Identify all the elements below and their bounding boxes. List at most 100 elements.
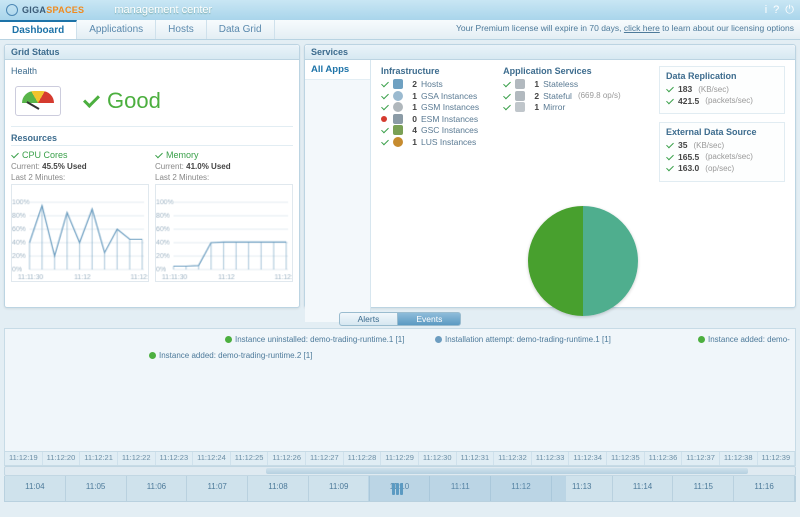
health-status: Good bbox=[83, 88, 161, 114]
tick-label: 11:12:39 bbox=[758, 452, 796, 465]
check-icon bbox=[666, 97, 674, 105]
tick-label: 11:12:38 bbox=[720, 452, 758, 465]
tick-label: 11:12:25 bbox=[231, 452, 269, 465]
app-count: 1 bbox=[529, 79, 539, 89]
brand-logo: GIGASPACES bbox=[6, 4, 84, 16]
tick-label: 11:12:23 bbox=[156, 452, 194, 465]
metric-unit: (packets/sec) bbox=[705, 152, 753, 161]
infra-label: LUS Instances bbox=[421, 137, 476, 147]
pie-chart-wrap bbox=[381, 206, 785, 316]
tick-label[interactable]: 11:07 bbox=[187, 476, 248, 501]
cpu-title: CPU Cores bbox=[22, 150, 68, 160]
event-message[interactable]: Instance added: demo-trading-runtime.2 [… bbox=[149, 351, 312, 360]
health-label: Health bbox=[11, 66, 293, 76]
tick-label[interactable]: 11:05 bbox=[66, 476, 127, 501]
cpu-current-label: Current: bbox=[11, 162, 40, 171]
app-title: management center bbox=[114, 4, 212, 16]
app-count: 1 bbox=[529, 102, 539, 112]
metric-value: 421.5 bbox=[678, 96, 699, 106]
event-message[interactable]: Instance uninstalled: demo-trading-runti… bbox=[225, 335, 404, 344]
metric-row: 35(KB/sec) bbox=[666, 140, 778, 150]
license-text-pre: Your Premium license will expire in 70 d… bbox=[456, 23, 624, 33]
tab-alerts[interactable]: Alerts bbox=[339, 312, 399, 326]
memory-title: Memory bbox=[166, 150, 199, 160]
power-icon[interactable]: ⏻ bbox=[785, 4, 794, 17]
metric-row: 163.0(op/sec) bbox=[666, 163, 778, 173]
metric-row: 421.5 (packets/sec) bbox=[666, 96, 778, 106]
tab-data-grid[interactable]: Data Grid bbox=[207, 20, 275, 39]
app-service-row: 2Stateful(669.8 op/s) bbox=[503, 91, 621, 101]
external-data-box: External Data Source 35(KB/sec)165.5(pac… bbox=[659, 122, 785, 182]
tick-label: 11:12:22 bbox=[118, 452, 156, 465]
timeline-handles[interactable] bbox=[392, 476, 403, 501]
memory-card: Memory Current: 41.0% Used Last 2 Minute… bbox=[155, 150, 293, 284]
gear-icon bbox=[393, 102, 403, 112]
events-timeline-area[interactable]: 11:12:1911:12:2011:12:2111:12:2211:12:23… bbox=[4, 328, 796, 466]
license-link[interactable]: click here bbox=[624, 23, 660, 33]
handle-icon[interactable] bbox=[396, 483, 399, 495]
sq-icon bbox=[515, 91, 525, 101]
tick-label[interactable]: 11:06 bbox=[127, 476, 188, 501]
sidebar-item-all-apps[interactable]: All Apps bbox=[305, 60, 370, 80]
handle-icon[interactable] bbox=[392, 483, 395, 495]
data-replication-box: Data Replication 183(KB/sec)421.5(packet… bbox=[659, 66, 785, 114]
app-label: Stateless bbox=[543, 79, 578, 89]
cpu-card: CPU Cores Current: 45.5% Used Last 2 Min… bbox=[11, 150, 149, 284]
lus-icon bbox=[393, 137, 403, 147]
tab-dashboard[interactable]: Dashboard bbox=[0, 20, 77, 39]
infra-count: 1 bbox=[407, 91, 417, 101]
memory-current-value: 41.0% Used bbox=[186, 162, 230, 171]
tick-label[interactable]: 11:16 bbox=[734, 476, 795, 501]
memory-last-label: Last 2 Minutes: bbox=[155, 173, 293, 182]
infra-row: 1GSA Instances bbox=[381, 91, 479, 101]
tick-label[interactable]: 11:04 bbox=[5, 476, 66, 501]
app-extra: (669.8 op/s) bbox=[578, 91, 621, 100]
metric-unit: (packets/sec) bbox=[705, 96, 753, 105]
tick-label: 11:12:36 bbox=[645, 452, 683, 465]
infra-row: 2Hosts bbox=[381, 79, 479, 89]
main-nav: Dashboard Applications Hosts Data Grid Y… bbox=[0, 20, 800, 40]
infra-label: GSM Instances bbox=[421, 102, 479, 112]
metric-value: 35 bbox=[678, 140, 687, 150]
tick-label[interactable]: 11:09 bbox=[309, 476, 370, 501]
tick-label: 11:12:21 bbox=[80, 452, 118, 465]
event-message[interactable]: Instance added: demo- bbox=[698, 335, 790, 344]
infra-label: GSC Instances bbox=[421, 125, 478, 135]
infra-count: 1 bbox=[407, 102, 417, 112]
tick-label: 11:12:28 bbox=[344, 452, 382, 465]
services-pie-chart bbox=[528, 206, 638, 316]
help-icon[interactable]: ? bbox=[773, 4, 779, 17]
infra-row: 1LUS Instances bbox=[381, 137, 479, 147]
tick-label: 11:12:24 bbox=[193, 452, 231, 465]
infra-label: ESM Instances bbox=[421, 114, 478, 124]
tick-label: 11:12:37 bbox=[682, 452, 720, 465]
metric-unit: (KB/sec) bbox=[698, 85, 729, 94]
replication-title: Data Replication bbox=[666, 71, 778, 81]
check-icon bbox=[381, 92, 389, 100]
handle-icon[interactable] bbox=[400, 483, 403, 495]
check-icon bbox=[503, 103, 511, 111]
tick-label[interactable]: 11:15 bbox=[673, 476, 734, 501]
memory-chart bbox=[155, 184, 293, 282]
brand-a: GIGA bbox=[22, 5, 46, 15]
tick-label[interactable]: 11:08 bbox=[248, 476, 309, 501]
check-icon bbox=[503, 92, 511, 100]
event-message[interactable]: Installation attempt: demo-trading-runti… bbox=[435, 335, 611, 344]
info-icon[interactable]: i bbox=[765, 4, 767, 17]
infra-row: 0ESM Instances bbox=[381, 114, 479, 124]
tick-label: 11:12:35 bbox=[607, 452, 645, 465]
events-scrollbar[interactable] bbox=[4, 466, 796, 476]
infra-label: Hosts bbox=[421, 79, 443, 89]
tab-hosts[interactable]: Hosts bbox=[156, 20, 207, 39]
tab-events[interactable]: Events bbox=[398, 312, 461, 326]
check-icon bbox=[503, 80, 511, 88]
tab-applications[interactable]: Applications bbox=[77, 20, 156, 39]
health-row: Good bbox=[11, 80, 293, 127]
timeline-minutes-axis[interactable]: 11:0411:0511:0611:0711:0811:0911:1011:11… bbox=[4, 476, 796, 502]
puzzle-icon bbox=[393, 125, 403, 135]
timeline-seconds-axis: 11:12:1911:12:2011:12:2111:12:2211:12:23… bbox=[5, 451, 795, 465]
tick-label[interactable]: 11:14 bbox=[613, 476, 674, 501]
check-icon bbox=[666, 164, 674, 172]
db-icon bbox=[515, 102, 525, 112]
brand-b: SPACES bbox=[46, 5, 84, 15]
